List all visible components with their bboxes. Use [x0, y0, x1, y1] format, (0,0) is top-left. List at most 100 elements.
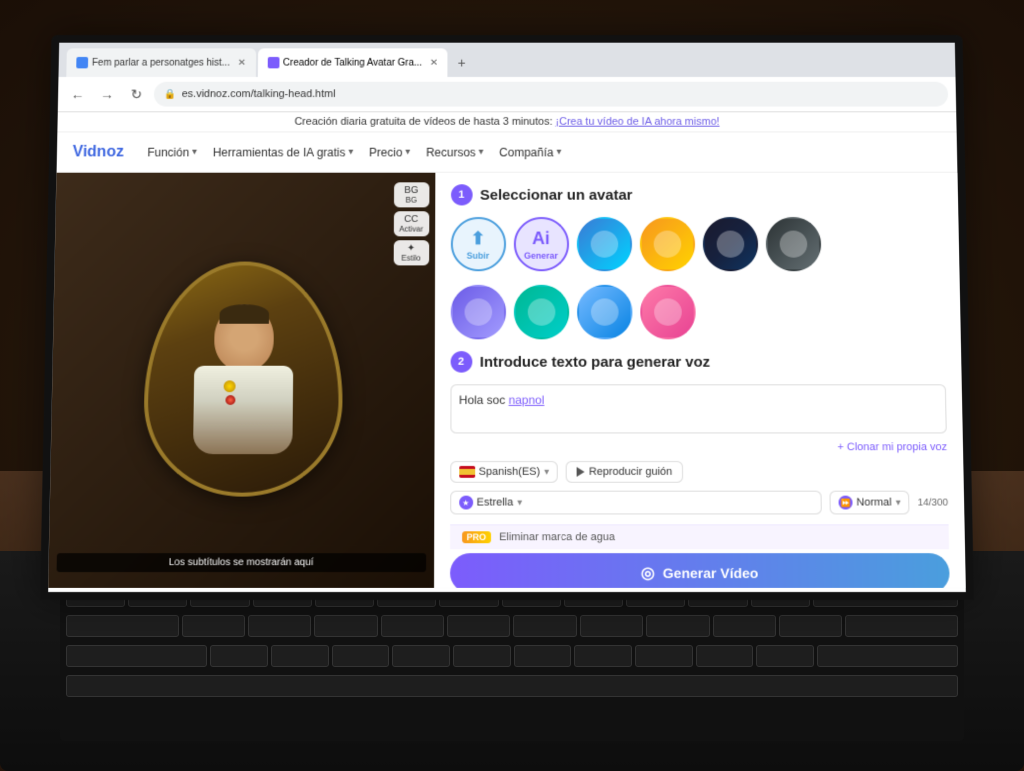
nav-item-herramientas[interactable]: Herramientas de IA gratis ▾	[213, 145, 354, 158]
key[interactable]	[580, 615, 643, 637]
pro-bar-text: Eliminar marca de agua	[499, 531, 615, 543]
banner-link[interactable]: ¡Crea tu vídeo de IA ahora mismo!	[555, 116, 719, 127]
tab-inactive[interactable]: Fem parlar a personatges hist... ✕	[66, 48, 255, 77]
right-panel: 1 Seleccionar un avatar ⬆ Subir Ai Gener…	[434, 173, 966, 588]
chevron-down-icon: ▾	[192, 147, 197, 158]
cc-label: Activar	[399, 225, 423, 234]
portrait-inner	[146, 265, 339, 492]
key[interactable]	[779, 615, 842, 637]
avatar-7[interactable]	[577, 285, 633, 340]
key-enter-top[interactable]	[845, 615, 958, 637]
key[interactable]	[447, 615, 510, 637]
nav-item-funcion[interactable]: Función ▾	[147, 145, 197, 158]
clone-voice-link[interactable]: + Clonar mi propia voz	[450, 441, 947, 453]
url-text: es.vidnoz.com/talking-head.html	[182, 88, 336, 99]
avatar-3[interactable]	[702, 217, 758, 271]
key[interactable]	[513, 615, 576, 637]
style-control-button[interactable]: ✦ Estilo	[393, 240, 429, 265]
speed-selector[interactable]: ⏩ Normal ▾	[829, 491, 910, 515]
generate-video-label: Generar Vídeo	[663, 565, 759, 581]
key[interactable]	[713, 615, 776, 637]
cc-control-button[interactable]: CC Activar	[393, 211, 429, 236]
avatar-1[interactable]	[576, 217, 631, 271]
key-enter[interactable]	[817, 645, 958, 667]
play-label: Reproducir guión	[589, 466, 672, 478]
nav-item-compania[interactable]: Compañía ▾	[499, 145, 561, 158]
step2-section: 2 Introduce texto para generar voz Hola …	[450, 351, 949, 514]
tab-label-1: Fem parlar a personatges hist...	[92, 57, 230, 67]
voice-speed-row: ★ Estrella ▾ ⏩ Normal ▾ 14/300	[450, 491, 949, 515]
site-banner: Creación diaria gratuita de vídeos de ha…	[57, 112, 956, 132]
brand-logo: Vidnoz	[72, 143, 123, 160]
reload-button[interactable]: ↻	[124, 83, 148, 106]
key-caps[interactable]	[66, 645, 207, 667]
avatar-face-2	[641, 219, 693, 269]
key[interactable]	[381, 615, 444, 637]
figure-hair	[219, 304, 269, 323]
new-tab-button[interactable]: +	[450, 51, 473, 74]
key-space[interactable]	[66, 675, 958, 697]
key-tab[interactable]	[66, 615, 179, 637]
tab-close-2[interactable]: ✕	[430, 57, 438, 67]
key[interactable]	[332, 645, 390, 667]
generate-avatar-button[interactable]: Ai Generar	[513, 217, 568, 271]
avatar-face-circle-5	[464, 298, 492, 325]
language-selector[interactable]: Spanish(ES) ▾	[450, 461, 558, 483]
back-button[interactable]: ←	[66, 83, 90, 106]
address-bar[interactable]: 🔒 es.vidnoz.com/talking-head.html	[154, 82, 949, 107]
chevron-down-icon: ▾	[544, 466, 549, 477]
key[interactable]	[271, 645, 329, 667]
play-script-button[interactable]: Reproducir guión	[566, 461, 683, 483]
browser-chrome: Fem parlar a personatges hist... ✕ Cread…	[58, 43, 956, 113]
key[interactable]	[635, 645, 693, 667]
avatar-face-3	[704, 219, 756, 269]
key[interactable]	[392, 645, 450, 667]
nav-item-precio[interactable]: Precio ▾	[369, 145, 410, 158]
key[interactable]	[248, 615, 311, 637]
step1-badge: 1	[451, 184, 473, 205]
avatar-5[interactable]	[450, 285, 505, 340]
banner-text: Creación diaria gratuita de vídeos de ha…	[294, 116, 552, 127]
avatar-face-circle-2	[653, 231, 681, 258]
chevron-down-icon: ▾	[517, 497, 522, 508]
key[interactable]	[314, 615, 377, 637]
speed-label: Normal	[856, 497, 891, 509]
key[interactable]	[756, 645, 814, 667]
key[interactable]	[514, 645, 572, 667]
text-link[interactable]: napnol	[509, 393, 545, 407]
figure-body	[193, 365, 293, 453]
key[interactable]	[453, 645, 511, 667]
avatar-4[interactable]	[765, 217, 821, 271]
avatar-face-circle-4	[779, 231, 807, 258]
video-preview: Los subtítulos se mostrarán aquí BG BG C…	[48, 173, 435, 588]
key[interactable]	[210, 645, 268, 667]
generate-video-icon: ◎	[641, 563, 655, 583]
upload-icon: ⬆	[471, 228, 486, 248]
avatar-8[interactable]	[640, 285, 696, 340]
upload-label: Subir	[467, 250, 490, 260]
avatar-face-1	[578, 219, 629, 269]
figure-head	[214, 304, 274, 370]
key[interactable]	[646, 615, 709, 637]
main-content: Los subtítulos se mostrarán aquí BG BG C…	[48, 173, 966, 588]
voice-selector[interactable]: ★ Estrella ▾	[450, 491, 822, 515]
generate-video-button[interactable]: ◎ Generar Vídeo	[450, 553, 950, 588]
tab-close-1[interactable]: ✕	[238, 57, 246, 67]
tab-active[interactable]: Creador de Talking Avatar Gra... ✕	[257, 48, 448, 77]
laptop-wrapper: Fem parlar a personatges hist... ✕ Cread…	[0, 0, 1024, 771]
style-icon: ✦	[398, 243, 424, 254]
forward-button[interactable]: →	[95, 83, 119, 106]
key[interactable]	[696, 645, 754, 667]
upload-avatar-button[interactable]: ⬆ Subir	[450, 217, 505, 271]
avatar-6[interactable]	[513, 285, 568, 340]
chevron-down-icon: ▾	[479, 147, 484, 158]
nav-item-recursos[interactable]: Recursos ▾	[426, 145, 484, 158]
avatar-2[interactable]	[639, 217, 695, 271]
keyboard-area	[60, 581, 964, 741]
text-area-container[interactable]: Hola soc napnol	[450, 384, 947, 433]
bg-control-button[interactable]: BG BG	[394, 182, 429, 207]
chevron-down-icon: ▾	[896, 497, 901, 508]
key[interactable]	[182, 615, 245, 637]
key[interactable]	[574, 645, 632, 667]
text-input-value: Hola soc	[459, 393, 505, 407]
